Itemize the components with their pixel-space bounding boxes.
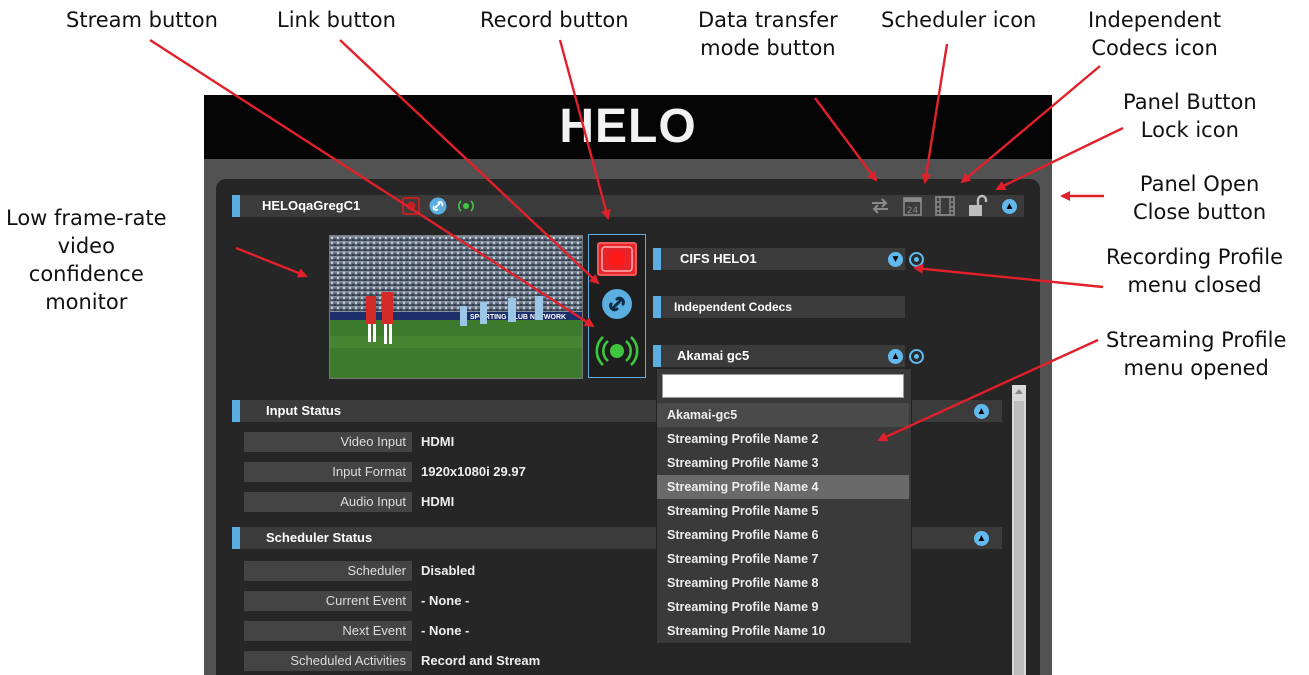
annotation-arrows	[149, 38, 1124, 442]
